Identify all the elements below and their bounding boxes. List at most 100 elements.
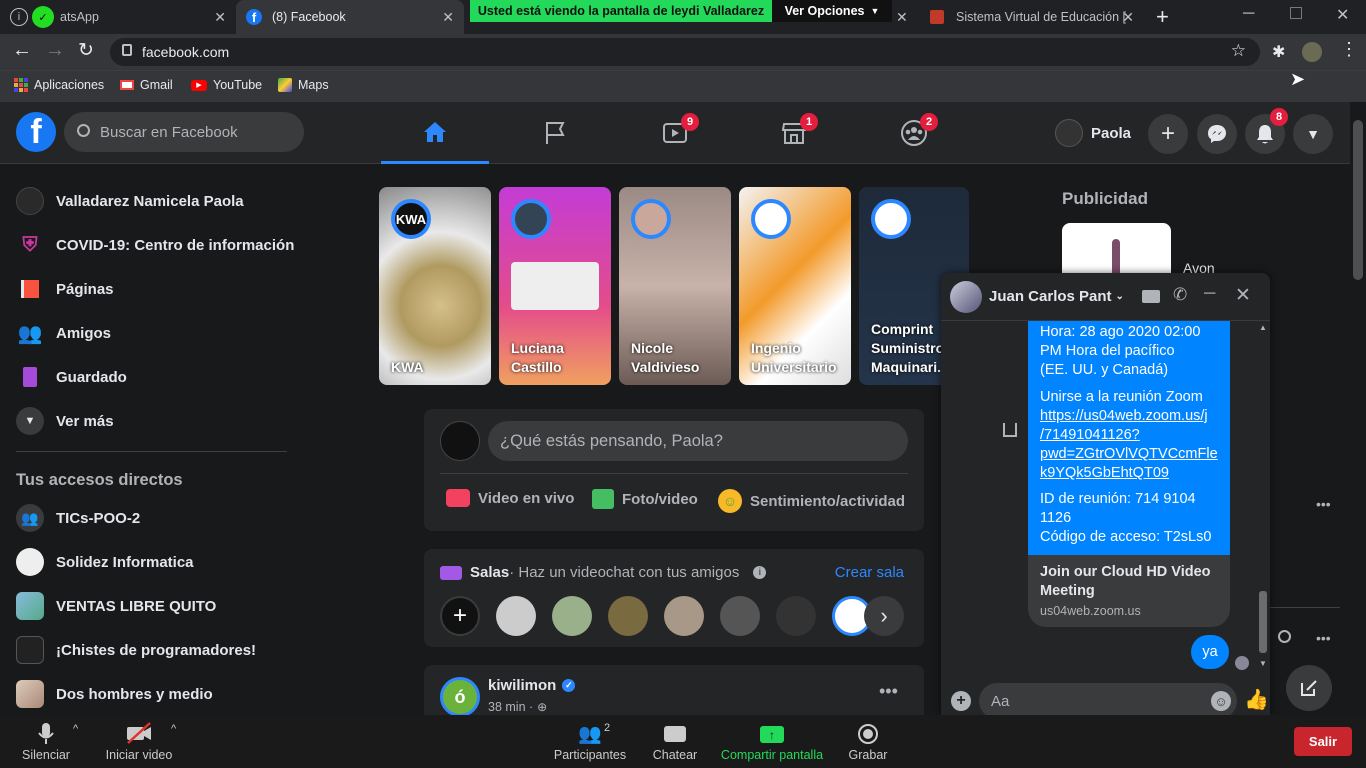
scrollbar-thumb[interactable]: [1259, 591, 1267, 653]
zoom-link[interactable]: k9YQk5GbEhtQT09: [1040, 464, 1218, 483]
search-input[interactable]: Buscar en Facebook: [64, 112, 304, 152]
zoom-link[interactable]: pwd=ZGtrOVlVQTVCcmFle: [1040, 445, 1218, 464]
search-contacts-icon[interactable]: [1278, 630, 1291, 643]
contact-avatar[interactable]: [552, 596, 592, 636]
rooms-next-button[interactable]: ›: [864, 596, 904, 636]
notifications-button[interactable]: 8: [1245, 108, 1288, 154]
sidebar-item-friends[interactable]: 👥 Amigos: [16, 313, 111, 353]
story-card[interactable]: Ingenio Universitario: [739, 187, 851, 385]
contact-avatar[interactable]: [664, 596, 704, 636]
feeling-button[interactable]: ☺ Sentimiento/actividad: [718, 489, 905, 513]
account-menu-button[interactable]: ▼: [1293, 114, 1333, 154]
nav-marketplace[interactable]: 1: [740, 102, 848, 164]
page-scrollbar[interactable]: [1350, 102, 1366, 715]
emoji-icon[interactable]: ☺: [1211, 691, 1231, 711]
sidebar-item-saved[interactable]: Guardado: [16, 357, 127, 397]
back-icon[interactable]: ←: [12, 39, 32, 62]
bookmark-maps[interactable]: Maps: [278, 78, 329, 92]
shortcut-item[interactable]: Solidez Informatica: [16, 542, 194, 582]
close-tab-icon[interactable]: ✕: [896, 9, 908, 26]
zoom-link[interactable]: /71491041126?: [1040, 426, 1218, 445]
story-card[interactable]: Nicole Valdivieso: [619, 187, 731, 385]
add-attachment-button[interactable]: +: [951, 691, 971, 711]
chat-button[interactable]: Chatear: [650, 715, 700, 768]
close-window-icon[interactable]: ✕: [1336, 5, 1349, 25]
mute-button[interactable]: Silenciar: [18, 715, 74, 768]
story-card[interactable]: KWA KWA: [379, 187, 491, 385]
bookmark-gmail[interactable]: Gmail: [120, 78, 173, 92]
shortcut-item[interactable]: 👥 TICs-POO-2: [16, 498, 140, 538]
chat-scrollbar[interactable]: ▲ ▼: [1256, 321, 1270, 673]
profile-button[interactable]: Paola: [1055, 116, 1131, 150]
nav-groups[interactable]: 2: [860, 102, 968, 164]
browser-menu-icon[interactable]: ⋮: [1340, 39, 1358, 60]
video-call-icon[interactable]: [1142, 290, 1160, 303]
nav-pages[interactable]: [501, 102, 609, 164]
new-message-button[interactable]: [1286, 665, 1332, 711]
message-input[interactable]: Aa ☺: [979, 683, 1237, 719]
tab-whatsapp[interactable]: i ✓ atsApp ✕: [0, 0, 236, 34]
contact-avatar[interactable]: [720, 596, 760, 636]
scroll-down-icon[interactable]: ▼: [1259, 659, 1267, 668]
create-room-button[interactable]: +: [440, 596, 480, 636]
forward-icon[interactable]: →: [45, 39, 65, 62]
nav-home[interactable]: [381, 102, 489, 164]
scrollbar-thumb[interactable]: [1353, 120, 1363, 280]
extensions-icon[interactable]: ✱: [1272, 42, 1285, 62]
contact-avatar[interactable]: [776, 596, 816, 636]
nav-watch[interactable]: 9: [621, 102, 729, 164]
restore-window-icon[interactable]: [1290, 7, 1302, 19]
live-video-button[interactable]: Video en vivo: [446, 489, 574, 507]
photo-video-button[interactable]: Foto/video: [592, 489, 698, 509]
reload-icon[interactable]: ↻: [78, 39, 94, 62]
video-options-chevron-icon[interactable]: ^: [171, 723, 176, 735]
create-room-link[interactable]: Crear sala: [835, 564, 904, 581]
more-options-icon[interactable]: •••: [1316, 496, 1331, 512]
link-preview-card[interactable]: Join our Cloud HD Video Meeting us04web.…: [1028, 555, 1230, 627]
contact-avatar[interactable]: [496, 596, 536, 636]
facebook-logo-icon[interactable]: f: [16, 112, 56, 152]
create-button[interactable]: +: [1148, 114, 1188, 154]
phone-icon[interactable]: ✆: [1173, 285, 1187, 305]
sidebar-item-covid[interactable]: ⛨ COVID-19: Centro de información: [16, 225, 295, 265]
sidebar-item-profile[interactable]: Valladarez Namicela Paola: [16, 181, 244, 221]
chat-header[interactable]: Juan Carlos Pant ⌄ ✆ ─ ✕: [941, 273, 1270, 321]
thumbs-up-icon[interactable]: 👍: [1244, 687, 1269, 712]
more-options-icon[interactable]: •••: [879, 681, 898, 702]
bookmark-apps[interactable]: Aplicaciones: [14, 78, 104, 92]
scroll-up-icon[interactable]: ▲: [1259, 323, 1267, 332]
bookmark-star-icon[interactable]: ☆: [1231, 41, 1246, 61]
page-avatar[interactable]: ó: [440, 677, 480, 717]
record-button[interactable]: Grabar: [845, 715, 891, 768]
new-tab-icon[interactable]: +: [1156, 4, 1169, 30]
participants-button[interactable]: 👥 Participantes: [554, 715, 626, 768]
tab-sistema-virtual[interactable]: Sistema Virtual de Educación [ ✕: [920, 0, 1144, 34]
messenger-button[interactable]: [1197, 114, 1237, 154]
mute-options-chevron-icon[interactable]: ^: [73, 723, 78, 735]
shortcut-item[interactable]: Dos hombres y medio: [16, 674, 213, 714]
more-options-icon[interactable]: •••: [1316, 630, 1331, 646]
share-icon[interactable]: [1003, 423, 1017, 437]
shortcut-item[interactable]: ¡Chistes de programadores!: [16, 630, 256, 670]
profile-avatar[interactable]: [1302, 42, 1322, 62]
zoom-link[interactable]: https://us04web.zoom.us/j: [1040, 407, 1218, 426]
shortcut-item[interactable]: VENTAS LIBRE QUITO: [16, 586, 216, 626]
composer-input[interactable]: ¿Qué estás pensando, Paola?: [488, 421, 908, 461]
exit-meeting-button[interactable]: Salir: [1294, 727, 1352, 756]
share-screen-button[interactable]: ↑ Compartir pantalla: [720, 715, 824, 768]
minimize-chat-icon[interactable]: ─: [1204, 285, 1215, 303]
close-chat-icon[interactable]: ✕: [1235, 284, 1251, 307]
bookmark-youtube[interactable]: ▶ YouTube: [191, 78, 262, 92]
close-tab-icon[interactable]: ✕: [214, 9, 226, 26]
view-options-button[interactable]: Ver Opciones ▼: [772, 0, 892, 22]
contact-avatar[interactable]: [608, 596, 648, 636]
post-timestamp[interactable]: 38 min · ⊕: [488, 700, 547, 714]
start-video-button[interactable]: Iniciar video: [103, 715, 175, 768]
address-bar[interactable]: facebook.com ☆: [110, 38, 1260, 66]
chat-contact-name[interactable]: Juan Carlos Pant ⌄: [989, 288, 1124, 305]
tab-facebook[interactable]: f (8) Facebook ✕: [236, 0, 464, 34]
post-author[interactable]: kiwilimon ✓: [488, 677, 576, 694]
close-tab-icon[interactable]: ✕: [1122, 9, 1134, 26]
sidebar-item-see-more[interactable]: ▼ Ver más: [16, 401, 114, 441]
sidebar-item-pages[interactable]: Páginas: [16, 269, 114, 309]
